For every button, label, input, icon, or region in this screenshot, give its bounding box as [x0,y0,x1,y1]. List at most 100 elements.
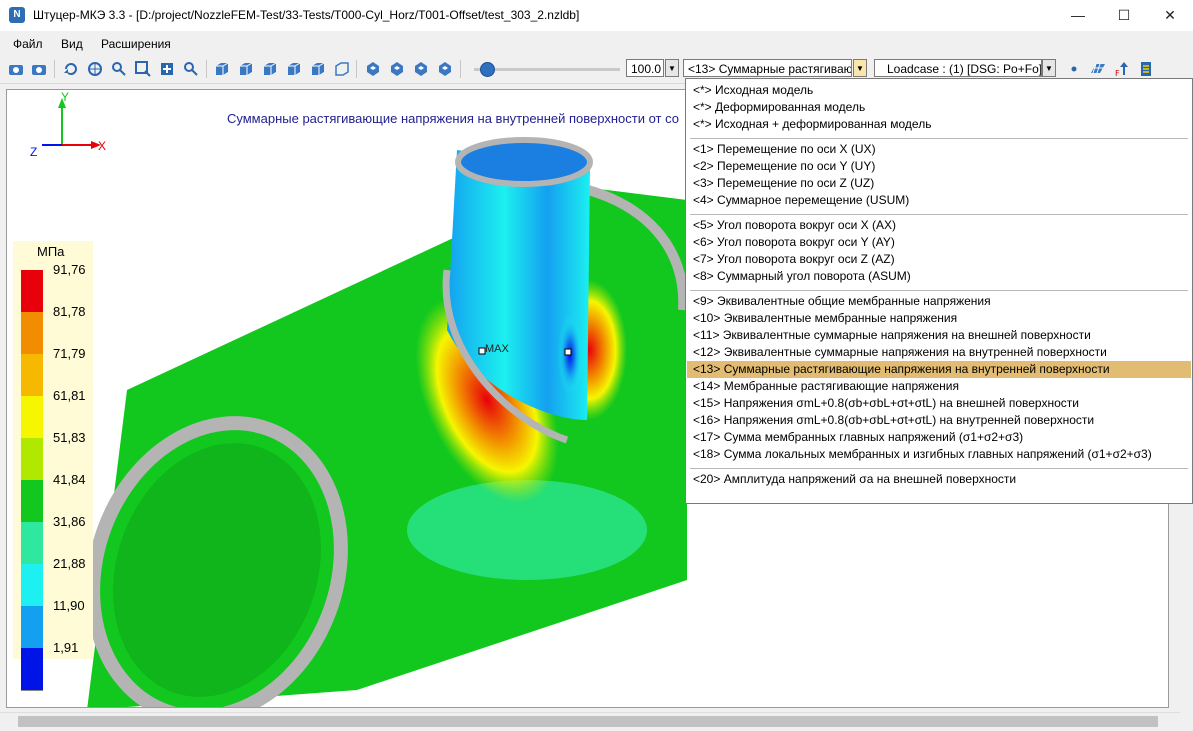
zoom-window-icon[interactable] [135,61,151,77]
horizontal-scrollbar-thumb[interactable] [18,716,1158,727]
camera-icon[interactable] [31,61,47,77]
color-legend: МПа 91,76 81,78 71,79 61,81 51,83 41,84 31,86 2… [13,241,93,691]
mesh-icon[interactable] [87,61,103,77]
dropdown-item[interactable]: <9> Эквивалентные общие мембранные напря… [687,293,1191,310]
loadcase-selector[interactable]: Loadcase : (1) [DSG: Po+Fo] [874,59,1042,77]
legend-value: 11,90 [53,598,85,613]
legend-value: 31,86 [53,514,86,529]
max-marker-label: MAX [485,343,509,355]
menu-file[interactable]: Файл [13,37,43,51]
legend-swatch [21,270,43,313]
legend-value: 91,76 [53,262,86,277]
dropdown-item[interactable]: <1> Перемещение по оси X (UX) [687,141,1191,158]
legend-unit: МПа [37,244,65,259]
legend-swatch [21,480,43,523]
iso-view-4-icon[interactable] [437,61,453,77]
zoom-dropdown-arrow[interactable]: ▼ [665,59,679,77]
iso-view-2-icon[interactable] [389,61,405,77]
dropdown-item[interactable]: <14> Мембранные растягивающие напряжения [687,378,1191,395]
dropdown-item[interactable]: <12> Эквивалентные суммарные напряжения … [687,344,1191,361]
dropdown-item[interactable]: <4> Суммарное перемещение (USUM) [687,192,1191,209]
dropdown-item[interactable]: <18> Сумма локальных мембранных и изгибн… [687,446,1191,463]
node-icon[interactable] [1066,61,1082,77]
minimize-button[interactable]: — [1055,0,1101,31]
force-icon[interactable]: F [1114,61,1130,77]
view-left-icon[interactable] [262,61,278,77]
legend-swatch [21,606,43,649]
iso-view-1-icon[interactable] [365,61,381,77]
legend-value: 61,81 [53,388,86,403]
screenshot-icon[interactable] [8,61,24,77]
close-button[interactable]: ✕ [1147,0,1193,31]
result-selector[interactable]: <13> Суммарные растягиваю [683,59,852,77]
view-right-icon[interactable] [286,61,302,77]
dropdown-item[interactable]: <16> Напряжения σmL+0.8(σb+σbL+σt+σtL) н… [687,412,1191,429]
dropdown-item[interactable]: <5> Угол поворота вокруг оси X (AX) [687,217,1191,234]
fit-view-icon[interactable] [159,61,175,77]
menu-extensions[interactable]: Расширения [101,37,171,51]
window-title: Штуцер-МКЭ 3.3 - [D:/project/NozzleFEM-T… [33,8,580,22]
dropdown-item[interactable]: <6> Угол поворота вокруг оси Y (AY) [687,234,1191,251]
result-dropdown-list[interactable]: <*> Исходная модель <*> Деформированная м… [685,78,1193,504]
pan-icon[interactable] [183,61,199,77]
legend-swatch [21,396,43,439]
zoom-slider-track[interactable] [474,68,620,71]
legend-value: 21,88 [53,556,86,571]
dropdown-item[interactable]: <7> Угол поворота вокруг оси Z (AZ) [687,251,1191,268]
toolbar-separator [206,60,207,78]
zoom-in-icon[interactable] [111,61,127,77]
dropdown-item[interactable]: <3> Перемещение по оси Z (UZ) [687,175,1191,192]
zoom-slider-thumb[interactable] [480,62,495,77]
horizontal-scrollbar[interactable] [0,712,1180,731]
view-bottom-icon[interactable] [334,61,350,77]
view-back-icon[interactable] [238,61,254,77]
dropdown-separator [690,214,1188,215]
iso-view-3-icon[interactable] [413,61,429,77]
dropdown-item[interactable]: <*> Исходная модель [687,82,1191,99]
zoom-input[interactable]: 100.0 [626,59,664,77]
menu-view[interactable]: Вид [61,37,83,51]
dropdown-item[interactable]: <13> Суммарные растягивающие напряжения … [687,361,1191,378]
legend-swatch [21,438,43,481]
dropdown-item[interactable]: <15> Напряжения σmL+0.8(σb+σbL+σt+σtL) н… [687,395,1191,412]
dropdown-item[interactable]: <17> Сумма мембранных главных напряжений… [687,429,1191,446]
legend-swatch [21,648,43,691]
report-icon[interactable] [1138,61,1154,77]
min-marker-box [564,348,572,356]
dropdown-item[interactable]: <11> Эквивалентные суммарные напряжения … [687,327,1191,344]
toolbar-separator [356,60,357,78]
dropdown-separator [690,138,1188,139]
legend-value: 51,83 [53,430,86,445]
result-dropdown-arrow[interactable]: ▼ [853,59,867,77]
legend-value: 71,79 [53,346,86,361]
dropdown-item[interactable]: <20> Амплитуда напряжений σa на внешней … [687,471,1191,488]
toolbar-separator [54,60,55,78]
legend-value: 81,78 [53,304,86,319]
dropdown-item[interactable]: <8> Суммарный угол поворота (ASUM) [687,268,1191,285]
legend-swatch [21,522,43,565]
dropdown-separator [690,290,1188,291]
menu-bar: Файл Вид Расширения [0,31,1193,55]
app-icon: N [9,7,25,23]
maximize-button[interactable]: ☐ [1101,0,1147,31]
legend-swatch [21,312,43,355]
dropdown-item[interactable]: <10> Эквивалентные мембранные напряжения [687,310,1191,327]
rotate-icon[interactable] [63,61,79,77]
dropdown-item[interactable]: <*> Исходная + деформированная модель [687,116,1191,133]
view-front-icon[interactable] [214,61,230,77]
axis-x-label: X [98,139,107,153]
legend-swatch [21,354,43,397]
axis-z-label: Z [30,145,38,159]
legend-swatch [21,564,43,607]
grid-mesh-icon[interactable] [1090,61,1106,77]
title-bar: N Штуцер-МКЭ 3.3 - [D:/project/NozzleFEM… [0,0,1193,31]
dropdown-item[interactable]: <2> Перемещение по оси Y (UY) [687,158,1191,175]
loadcase-dropdown-arrow[interactable]: ▼ [1042,59,1056,77]
dropdown-separator [690,468,1188,469]
dropdown-item[interactable]: <*> Деформированная модель [687,99,1191,116]
legend-value: 1,91 [53,640,79,655]
toolbar-separator [460,60,461,78]
legend-value: 41,84 [53,472,86,487]
axis-y-label: Y [61,90,70,104]
view-top-icon[interactable] [310,61,326,77]
